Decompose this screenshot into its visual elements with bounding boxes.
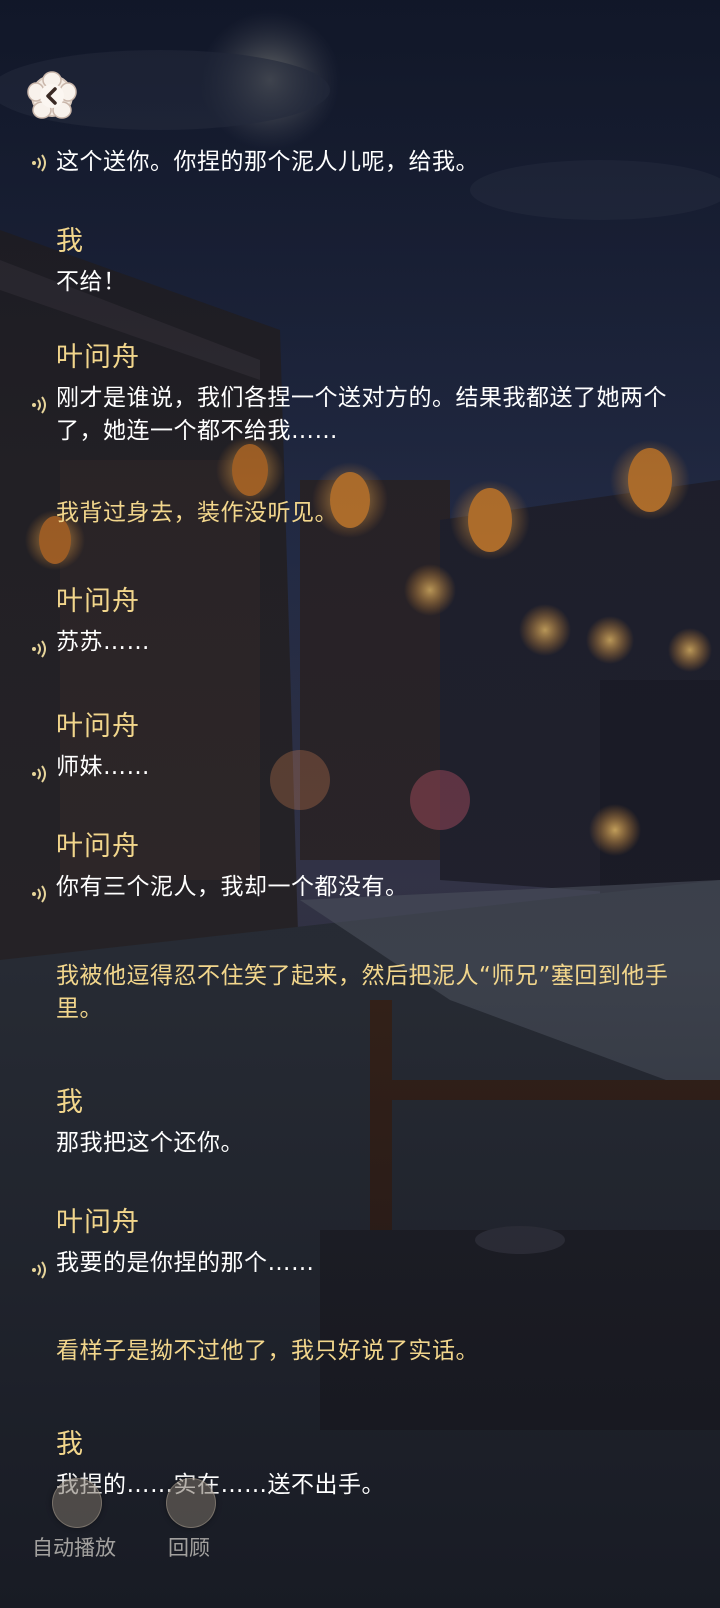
voice-replay-icon[interactable] — [30, 638, 52, 660]
speaker-name: 叶问舟 — [56, 586, 140, 617]
narration-text: 我背过身去，装作没听见。 — [56, 500, 338, 526]
review-label: 回顾 — [168, 1536, 210, 1560]
review-icon — [166, 1478, 216, 1528]
voice-replay-icon[interactable] — [30, 394, 52, 416]
dialogue-entry: 叶问舟 我要的是你捏的那个…… — [32, 1205, 690, 1280]
dialogue-entry: 看样子是拗不过他了，我只好说了实话。 — [56, 1335, 690, 1368]
dialogue-entry: 这个送你。你捏的那个泥人儿呢，给我。 — [32, 146, 690, 179]
auto-play-icon — [52, 1478, 102, 1528]
voice-replay-icon[interactable] — [30, 1259, 52, 1281]
dialogue-text: 刚才是谁说，我们各捏一个送对方的。结果我都送了她两个了，她连一个都不给我…… — [56, 385, 667, 444]
dialogue-entry: 我背过身去，装作没听见。 — [56, 497, 690, 530]
dialogue-entry: 叶问舟 苏苏…… — [32, 584, 690, 659]
voice-replay-icon[interactable] — [30, 152, 52, 174]
voice-replay-icon[interactable] — [30, 883, 52, 905]
dialogue-text: 那我把这个还你。 — [56, 1130, 244, 1156]
dialogue-text: 苏苏…… — [56, 629, 150, 655]
narration-text: 我被他逗得忍不住笑了起来，然后把泥人“师兄”塞回到他手里。 — [56, 963, 669, 1022]
dialogue-text: 师妹…… — [56, 754, 150, 780]
dialogue-entry: 叶问舟 刚才是谁说，我们各捏一个送对方的。结果我都送了她两个了，她连一个都不给我… — [32, 340, 690, 448]
auto-play-label: 自动播放 — [32, 1536, 116, 1560]
dialogue-text: 这个送你。你捏的那个泥人儿呢，给我。 — [56, 149, 479, 175]
dialogue-text: 不给！ — [56, 269, 127, 295]
speaker-name: 叶问舟 — [56, 342, 140, 373]
dialogue-text: 我要的是你捏的那个…… — [56, 1250, 315, 1276]
dialogue-log[interactable]: 这个送你。你捏的那个泥人儿呢，给我。 我 不给！ 叶问舟 刚才是谁说，我们各捏一… — [0, 0, 720, 1608]
speaker-name: 我 — [56, 226, 84, 257]
review-button[interactable]: 回顾 — [166, 1478, 216, 1562]
speaker-name: 叶问舟 — [56, 711, 140, 742]
dialogue-entry: 叶问舟 你有三个泥人，我却一个都没有。 — [32, 829, 690, 904]
bottom-controls: 自动播放 回顾 — [0, 1478, 720, 1608]
dialogue-entry: 我 那我把这个还你。 — [56, 1085, 690, 1160]
dialogue-entry: 我 不给！ — [56, 224, 690, 299]
voice-replay-icon[interactable] — [30, 763, 52, 785]
narration-text: 看样子是拗不过他了，我只好说了实话。 — [56, 1338, 479, 1364]
speaker-name: 我 — [56, 1087, 84, 1118]
dialogue-entry: 叶问舟 师妹…… — [32, 709, 690, 784]
auto-play-button[interactable]: 自动播放 — [32, 1478, 116, 1562]
dialogue-entry: 我被他逗得忍不住笑了起来，然后把泥人“师兄”塞回到他手里。 — [56, 960, 690, 1026]
speaker-name: 叶问舟 — [56, 1207, 140, 1238]
speaker-name: 我 — [56, 1429, 84, 1460]
dialogue-text: 你有三个泥人，我却一个都没有。 — [56, 874, 409, 900]
speaker-name: 叶问舟 — [56, 831, 140, 862]
